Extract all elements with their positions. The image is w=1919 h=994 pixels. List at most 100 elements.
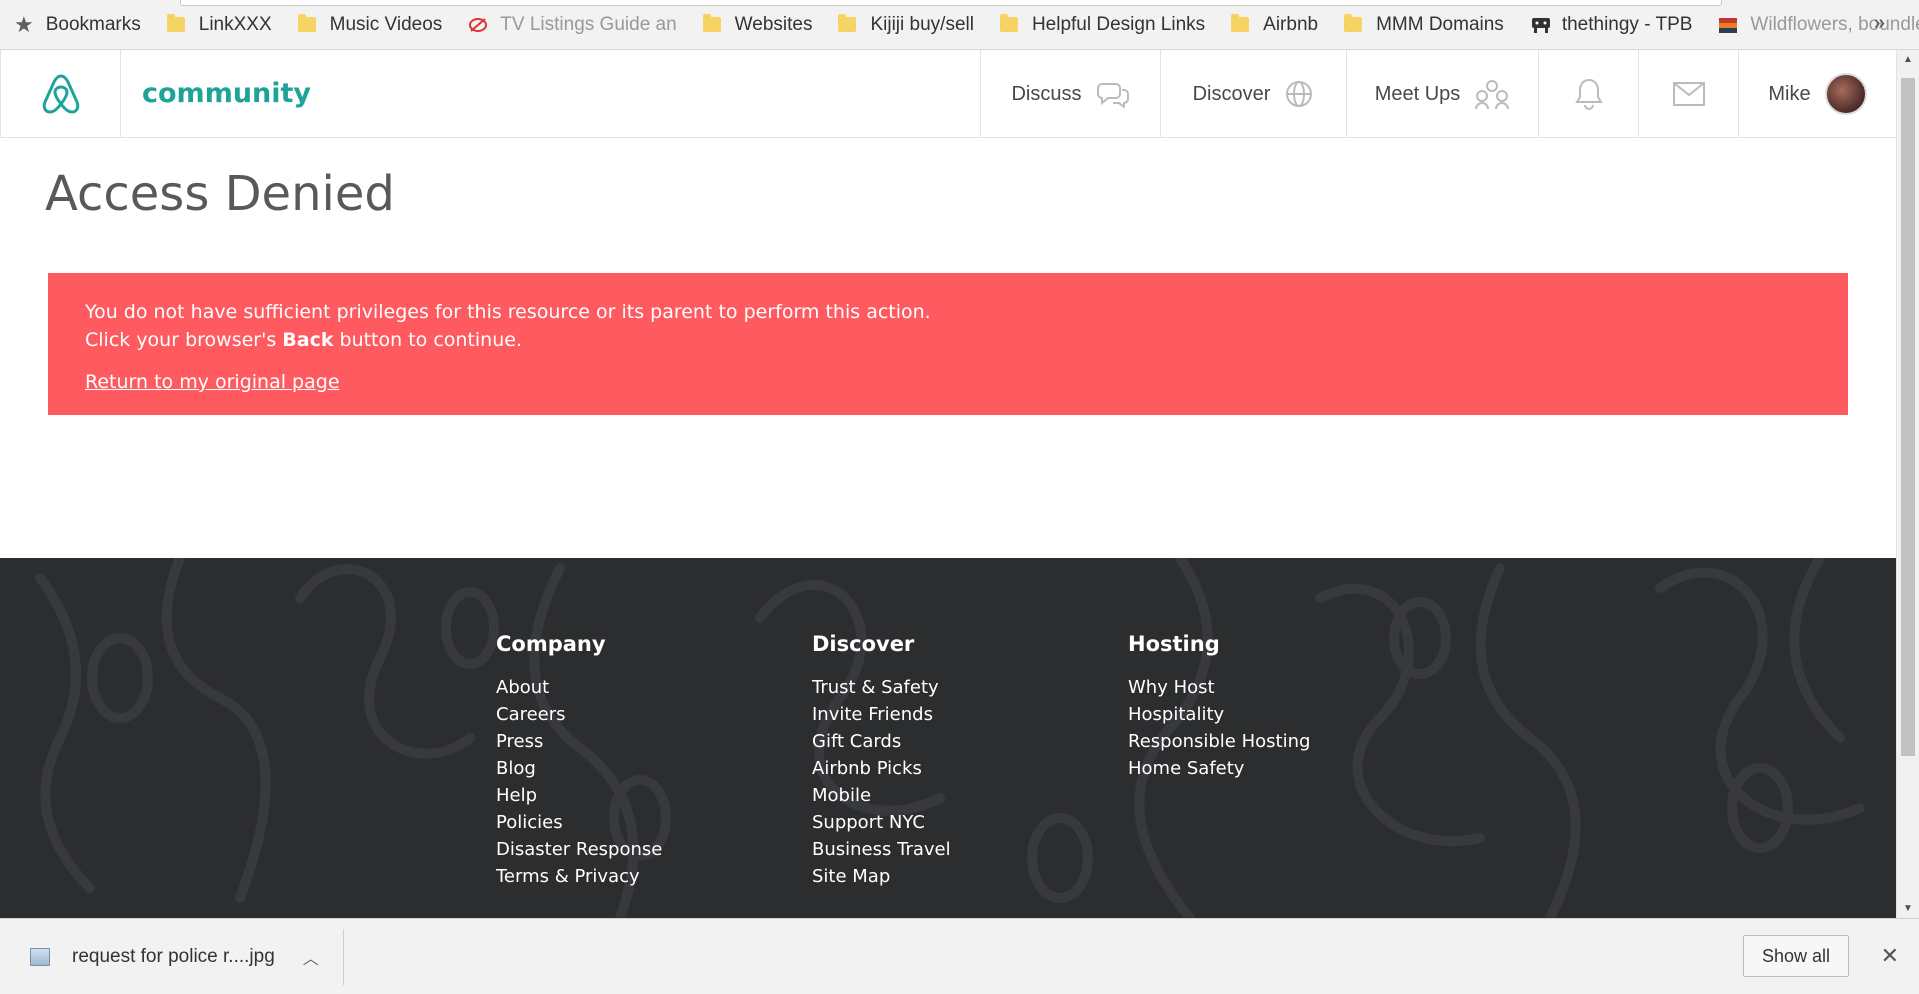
- messages-button[interactable]: [1638, 50, 1738, 138]
- airbnb-logo[interactable]: [0, 50, 121, 138]
- bookmark-label: thethingy - TPB: [1561, 13, 1693, 35]
- bookmark-folder-linkxxx[interactable]: LinkXXX: [166, 13, 272, 36]
- footer-link[interactable]: Terms & Privacy: [496, 863, 662, 890]
- footer-column-company: Company About Careers Press Blog Help Po…: [496, 632, 662, 890]
- people-icon: [1475, 80, 1510, 110]
- bookmark-tv-listings[interactable]: TV Listings Guide an: [468, 13, 677, 36]
- site-footer: Company About Careers Press Blog Help Po…: [0, 558, 1896, 918]
- nav-label: Discuss: [1011, 82, 1082, 105]
- airbnb-logo-icon: [42, 74, 79, 114]
- footer-link[interactable]: Policies: [496, 809, 662, 836]
- footer-link[interactable]: Gift Cards: [812, 728, 951, 755]
- footer-link[interactable]: Invite Friends: [812, 701, 951, 728]
- user-name: Mike: [1768, 82, 1811, 105]
- address-bar-edge: [180, 0, 1722, 6]
- alert-instruction-text: Click your browser's: [85, 329, 283, 351]
- footer-link[interactable]: Site Map: [812, 863, 951, 890]
- nav-discuss[interactable]: Discuss: [980, 50, 1160, 138]
- footer-link[interactable]: Mobile: [812, 782, 951, 809]
- footer-column-hosting: Hosting Why Host Hospitality Responsible…: [1128, 632, 1310, 782]
- footer-link[interactable]: Help: [496, 782, 662, 809]
- bookmark-folder-music-videos[interactable]: Music Videos: [297, 13, 443, 36]
- site-favicon-icon: [468, 16, 488, 34]
- footer-column-discover: Discover Trust & Safety Invite Friends G…: [812, 632, 951, 890]
- scrollbar-thumb[interactable]: [1901, 78, 1915, 756]
- star-icon: ★: [14, 11, 34, 37]
- footer-link[interactable]: Home Safety: [1128, 755, 1310, 782]
- footer-link[interactable]: About: [496, 674, 662, 701]
- chat-bubbles-icon: [1096, 83, 1129, 108]
- bookmark-folder-websites[interactable]: Websites: [702, 13, 813, 36]
- footer-link[interactable]: Airbnb Picks: [812, 755, 951, 782]
- access-denied-alert: You do not have sufficient privileges fo…: [48, 273, 1848, 415]
- bookmark-label: Websites: [734, 13, 813, 35]
- chevron-up-icon[interactable]: ︿: [303, 945, 319, 969]
- bell-icon: [1574, 78, 1603, 110]
- page-title: Access Denied: [45, 166, 395, 222]
- footer-heading: Hosting: [1128, 632, 1220, 656]
- image-file-icon: [30, 947, 50, 966]
- bookmark-folder-airbnb[interactable]: Airbnb: [1231, 14, 1318, 36]
- scroll-up-icon[interactable]: ▲: [1903, 54, 1913, 65]
- more-bookmarks-chevron-icon[interactable]: »: [1874, 12, 1885, 35]
- footer-link[interactable]: Why Host: [1128, 674, 1310, 701]
- bookmark-folder-mmm-domains[interactable]: MMM Domains: [1344, 14, 1504, 36]
- footer-link[interactable]: Support NYC: [812, 809, 951, 836]
- globe-icon: [1286, 81, 1313, 107]
- bookmark-label: Music Videos: [329, 13, 443, 35]
- alert-back-keyword: Back: [282, 329, 334, 351]
- site-favicon-icon: [1530, 16, 1550, 34]
- bookmark-folder-design-links[interactable]: Helpful Design Links: [999, 13, 1206, 36]
- return-original-page-link[interactable]: Return to my original page: [85, 368, 340, 396]
- bookmark-label: TV Listings Guide an: [500, 13, 677, 35]
- footer-link[interactable]: Blog: [496, 755, 662, 782]
- community-brand[interactable]: community: [121, 50, 980, 137]
- folder-icon: [166, 14, 185, 32]
- alert-message: You do not have sufficient privileges fo…: [85, 301, 931, 323]
- bookmark-label: Airbnb: [1263, 13, 1319, 35]
- page-scrollbar[interactable]: ▲ ▼: [1896, 50, 1919, 918]
- footer-heading: Company: [496, 632, 606, 656]
- site-favicon-icon: [1718, 16, 1738, 34]
- download-filename: request for police r....jpg: [72, 945, 275, 967]
- scroll-down-icon[interactable]: ▼: [1903, 903, 1913, 914]
- folder-icon: [702, 14, 721, 32]
- nav-meet-ups[interactable]: Meet Ups: [1346, 50, 1538, 138]
- avatar: [1824, 73, 1867, 115]
- bookmark-item-bookmarks[interactable]: ★ Bookmarks: [14, 12, 141, 38]
- download-item[interactable]: request for police r....jpg ︿: [0, 928, 344, 985]
- bookmark-label: Helpful Design Links: [1031, 13, 1206, 35]
- folder-icon: [838, 14, 857, 32]
- show-all-button[interactable]: Show all: [1742, 935, 1849, 977]
- downloads-bar: request for police r....jpg ︿ Show all ✕: [0, 918, 1919, 994]
- bookmark-folder-kijiji[interactable]: Kijiji buy/sell: [838, 13, 974, 36]
- footer-link[interactable]: Disaster Response: [496, 836, 662, 863]
- nav-discover[interactable]: Discover: [1160, 50, 1346, 138]
- bookmark-label: Wildflowers, boundle: [1750, 13, 1919, 35]
- user-menu[interactable]: Mike: [1738, 50, 1896, 138]
- folder-icon: [999, 14, 1018, 32]
- footer-heading: Discover: [812, 632, 915, 656]
- bookmark-label: MMM Domains: [1376, 13, 1504, 35]
- bookmark-thethingy[interactable]: thethingy - TPB: [1530, 13, 1693, 36]
- notifications-button[interactable]: [1538, 50, 1638, 138]
- footer-link[interactable]: Press: [496, 728, 662, 755]
- folder-icon: [297, 14, 316, 32]
- bookmark-label: Kijiji buy/sell: [870, 13, 974, 35]
- folder-icon: [1231, 14, 1250, 32]
- site-header: community Discuss Discover Meet Ups Mike: [0, 50, 1896, 138]
- folder-icon: [1344, 14, 1363, 32]
- footer-link[interactable]: Responsible Hosting: [1128, 728, 1310, 755]
- bookmark-label: Bookmarks: [45, 13, 141, 35]
- footer-link[interactable]: Business Travel: [812, 836, 951, 863]
- bookmark-wildflowers[interactable]: Wildflowers, boundle: [1718, 14, 1919, 36]
- close-icon[interactable]: ✕: [1881, 943, 1899, 969]
- alert-instruction: Click your browser's Back button to cont…: [85, 326, 1811, 354]
- footer-link[interactable]: Careers: [496, 701, 662, 728]
- nav-label: Discover: [1192, 82, 1271, 105]
- bookmarks-bar: ★ Bookmarks LinkXXX Music Videos TV List…: [0, 0, 1919, 50]
- footer-link[interactable]: Hospitality: [1128, 701, 1310, 728]
- footer-link[interactable]: Trust & Safety: [812, 674, 951, 701]
- alert-instruction-text: button to continue.: [333, 329, 522, 351]
- bookmark-label: LinkXXX: [198, 13, 272, 35]
